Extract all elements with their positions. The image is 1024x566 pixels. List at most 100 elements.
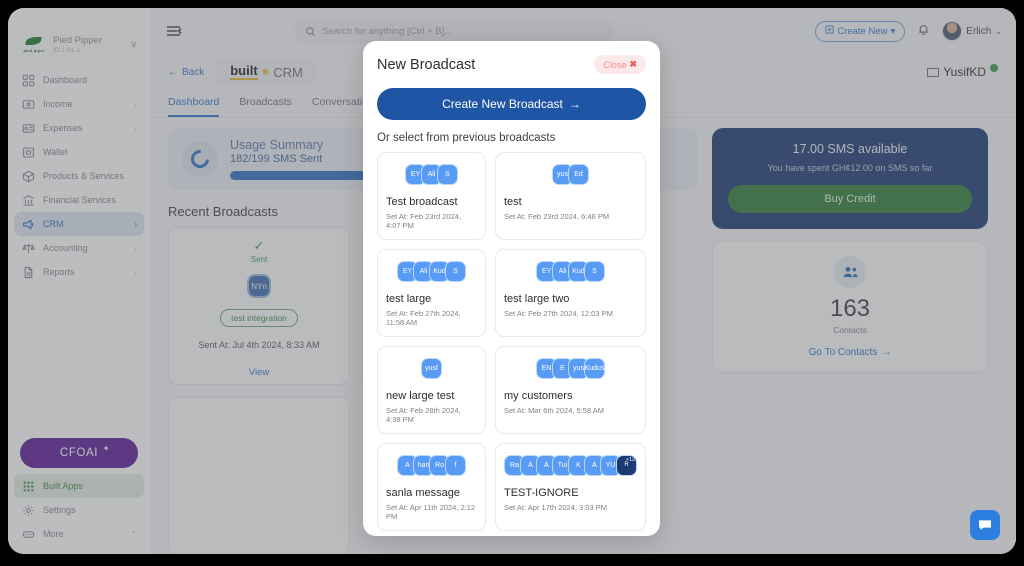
previous-broadcast-card[interactable]: yusf new large test Set At: Feb 28th 2024,… — [377, 346, 486, 434]
tab-dashboard[interactable]: Dashboard — [168, 96, 220, 117]
previous-broadcasts-grid: EY Ali S Test broadcast Set At: Feb 23rd 202… — [363, 152, 660, 536]
sidebar-item-label: Settings — [43, 505, 76, 515]
search-icon — [305, 26, 316, 37]
sidebar-item-crm[interactable]: CRM › — [14, 212, 144, 236]
create-new-broadcast-button[interactable]: Create New Broadcast → — [377, 88, 646, 120]
chevron-right-icon: › — [134, 99, 137, 109]
recent-broadcast-card[interactable]: ✓ Sent NYn test integration Sent At: Jul… — [168, 227, 350, 385]
wallet-icon — [21, 145, 35, 159]
cfoai-button[interactable]: CFOAI ✦ — [20, 438, 138, 468]
modal-header-area: New Broadcast Close ✖ Create New Broadca… — [363, 41, 660, 144]
go-to-contacts-link[interactable]: Go To Contacts → — [713, 347, 987, 358]
broadcast-name: Test broadcast — [386, 196, 458, 208]
create-new-label: Create New — [837, 25, 888, 37]
broadcast-set-at-date: Set At: Feb 23rd 2024, 6:48 PM — [504, 212, 610, 221]
buy-credit-button[interactable]: Buy Credit — [728, 185, 972, 213]
collapse-sidebar-icon[interactable] — [164, 21, 184, 41]
contact-avatar: yusf — [421, 357, 442, 379]
broadcast-name: sanla message — [386, 487, 460, 499]
account-badge: YusifKD — [927, 64, 998, 79]
chevron-down-icon[interactable]: ∨ — [130, 39, 137, 50]
avatar-overflow-badge: +13 R — [616, 454, 637, 476]
sidebar-item-built-apps[interactable]: Built Apps — [14, 474, 144, 498]
sidebar-item-label: Built Apps — [43, 481, 84, 491]
recent-broadcast-card[interactable] — [168, 397, 350, 554]
broadcast-name: test large — [386, 293, 432, 305]
contacts-icon — [834, 256, 866, 288]
check-icon: ✓ — [253, 238, 265, 253]
previous-broadcast-card[interactable]: EY Ali S Test broadcast Set At: Feb 23rd 202… — [377, 152, 486, 240]
broadcast-avatars: EY Ali Kud S — [386, 257, 477, 285]
sent-at-date: Sent At: Jul 4th 2024, 8:33 AM — [198, 340, 320, 350]
broadcast-name: test large two — [504, 293, 570, 305]
sidebar-item-label: Income — [43, 99, 73, 109]
create-new-button[interactable]: Create New ▾ — [815, 20, 906, 42]
topbar-right: Create New ▾ Erlich ⌄ — [815, 20, 1002, 42]
previous-broadcast-card[interactable]: EN Eyus Kudus my customers Set At: Mar 6th 2… — [495, 346, 646, 434]
sidebar-item-products-services[interactable]: Products & Services — [14, 164, 144, 188]
arrow-left-icon: ← — [168, 66, 178, 78]
crm-right-column: 17.00 SMS available You have spent GH¢12… — [712, 128, 988, 554]
broadcast-set-at-date: Set At: Feb 23rd 2024, 4:07 PM — [386, 212, 462, 230]
built-dot-icon: ✺ — [261, 66, 270, 77]
contacts-count: 163 — [829, 295, 871, 322]
sidebar-item-wallet[interactable]: Wallet — [14, 140, 144, 164]
sidebar-item-more[interactable]: More ⌃ — [14, 522, 144, 546]
scales-icon — [21, 241, 35, 255]
status-badge: Sent — [250, 255, 268, 264]
contact-avatar: S — [584, 260, 605, 282]
megaphone-icon — [21, 217, 35, 231]
sidebar-item-label: CRM — [43, 219, 64, 229]
broadcast-name: TEST-IGNORE — [504, 487, 579, 499]
search-placeholder: Search for anything [Ctrl + B]... — [322, 25, 453, 37]
broadcast-avatars: EY Ali Kud S — [504, 257, 637, 285]
sidebar-item-label: Dashboard — [43, 75, 88, 85]
user-menu[interactable]: Erlich ⌄ — [942, 21, 1002, 41]
broadcast-set-at-date: Set At: Feb 28th 2024, 4:38 PM — [386, 406, 461, 424]
contact-avatar: S — [437, 163, 458, 185]
previous-broadcast-card[interactable]: Ahan Ro f sanla message Set At: Apr 11th 202… — [377, 443, 486, 531]
report-icon — [21, 265, 35, 279]
broadcast-tag: test integration — [220, 309, 298, 327]
notifications-bell-icon[interactable] — [917, 23, 930, 39]
sidebar-item-expenses[interactable]: Expenses › — [14, 116, 144, 140]
sidebar-item-label: Accounting — [43, 243, 88, 253]
chevron-up-icon[interactable]: ⌃ — [130, 530, 137, 539]
sidebar-item-accounting[interactable]: Accounting › — [14, 236, 144, 260]
tab-broadcasts[interactable]: Broadcasts — [239, 96, 292, 117]
sidebar-item-label: Reports — [43, 267, 75, 277]
chat-support-button[interactable] — [970, 510, 1000, 540]
previous-broadcast-card[interactable]: Ra A A Tui K A YU +13 R TEST-IGNORE Set At: Apr 17… — [495, 443, 646, 531]
back-label: Back — [182, 66, 205, 78]
id-card-icon — [927, 67, 940, 77]
sidebar-item-reports[interactable]: Reports › — [14, 260, 144, 284]
previous-broadcast-card[interactable]: EY Ali Kud S test large two Set At: Feb 27th … — [495, 249, 646, 337]
box-icon — [21, 169, 35, 183]
contact-avatar: NYn — [247, 274, 271, 298]
built-wordmark: built — [230, 63, 258, 80]
org-switcher[interactable]: pied piper Pied Pipper ID:1-81-1 ∨ — [15, 24, 143, 64]
sidebar-item-income[interactable]: Income › — [14, 92, 144, 116]
broadcast-avatars: EY Ali S — [386, 160, 477, 188]
sidebar-item-financial-services[interactable]: Financial Services — [14, 188, 144, 212]
plus-box-icon — [825, 25, 834, 37]
chevron-down-icon: ▾ — [890, 25, 896, 37]
more-icon — [21, 527, 35, 541]
close-button[interactable]: Close ✖ — [594, 55, 646, 74]
view-link[interactable]: View — [249, 367, 269, 378]
previous-broadcast-card[interactable]: yus Ed test Set At: Feb 23rd 2024, 6:48 PM — [495, 152, 646, 240]
sidebar-item-dashboard[interactable]: Dashboard — [14, 68, 144, 92]
back-button[interactable]: ← Back — [168, 67, 204, 78]
broadcast-avatars: Ra A A Tui K A YU +13 R — [504, 451, 637, 479]
sms-available: 17.00 SMS available — [792, 142, 908, 156]
broadcast-name: my customers — [504, 390, 573, 402]
previous-broadcast-card[interactable]: EY Ali Kud S test large Set At: Feb 27th 2024… — [377, 249, 486, 337]
sidebar-item-settings[interactable]: Settings — [14, 498, 144, 522]
bank-icon — [21, 193, 35, 207]
built-crm-logo: built ✺ CRM — [216, 58, 317, 86]
broadcast-avatars: EN Eyus Kudus — [504, 354, 637, 382]
crm-wordmark: CRM — [273, 64, 303, 80]
user-name: Erlich — [966, 25, 992, 37]
app-screen: pied piper Pied Pipper ID:1-81-1 ∨ Dashb… — [8, 8, 1016, 554]
sidebar-item-label: More — [43, 529, 64, 539]
